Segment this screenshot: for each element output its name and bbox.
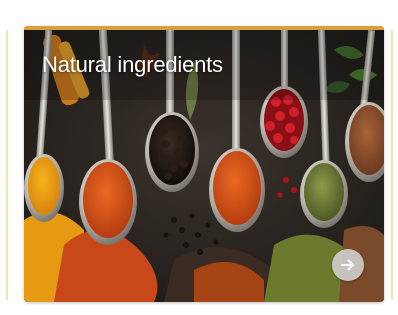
page: Natural ingredients — [0, 0, 398, 315]
card-title: Natural ingredients — [42, 52, 223, 77]
left-edge-line — [6, 30, 8, 300]
arrow-right-icon — [341, 259, 354, 271]
next-button[interactable] — [332, 249, 364, 281]
right-edge-line — [391, 30, 393, 300]
promo-card[interactable]: Natural ingredients — [24, 26, 384, 302]
